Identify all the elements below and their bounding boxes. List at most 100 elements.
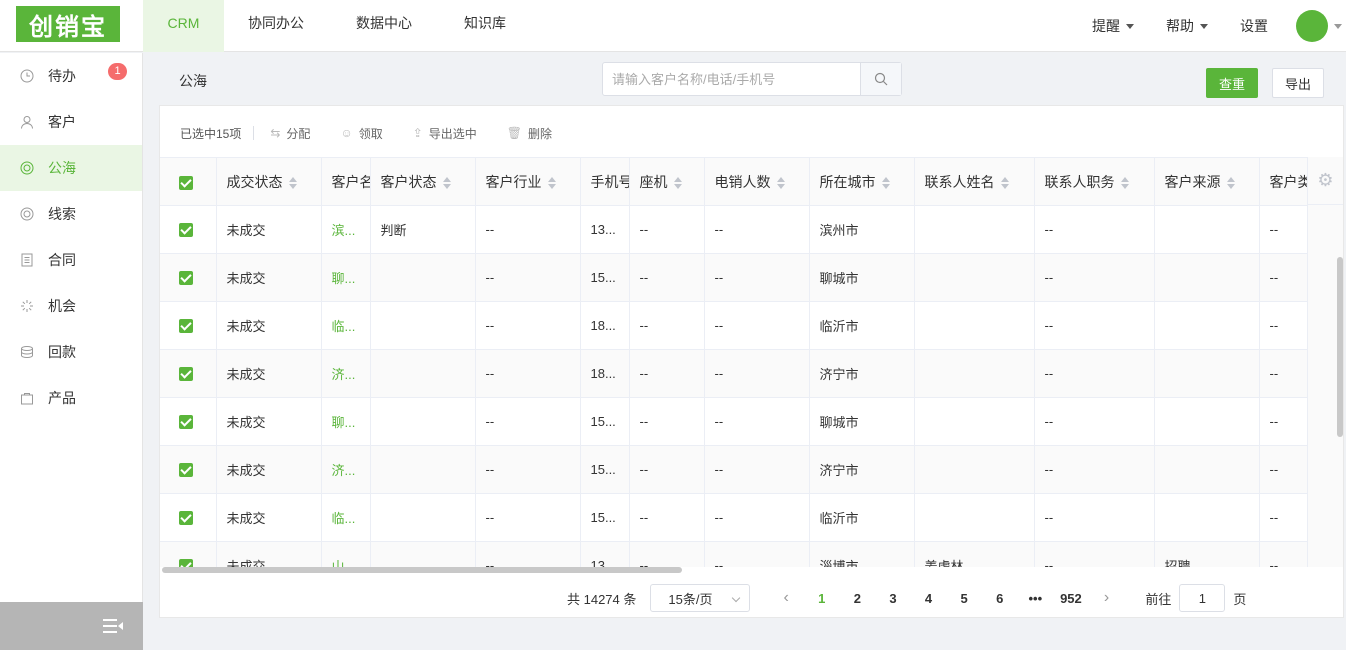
cell-name[interactable]: 临... — [321, 301, 371, 350]
table-row[interactable]: 未成交 山... -- 13... -- -- 淄博市 姜虎林 -- 招聘 -- — [160, 541, 1343, 567]
tab-knowledge-base[interactable]: 知识库 — [438, 0, 532, 52]
goto-page-input[interactable] — [1179, 584, 1226, 612]
cell-contact — [914, 253, 1035, 302]
col-source[interactable]: 客户来源 — [1154, 157, 1260, 206]
col-mobile[interactable]: 手机号 — [580, 157, 630, 206]
sidebar-item-label: 待办 — [48, 68, 76, 84]
page-number[interactable]: 4 — [911, 591, 947, 606]
page-number[interactable]: 1 — [804, 591, 840, 606]
sidebar-item-products[interactable]: 产品 — [0, 375, 142, 421]
prev-page-button[interactable]: ‹ — [768, 589, 804, 607]
col-industry[interactable]: 客户行业 — [475, 157, 581, 206]
col-city[interactable]: 所在城市 — [809, 157, 915, 206]
sidebar-collapse-button[interactable] — [0, 602, 143, 650]
page-size-select[interactable]: 15条/页 — [650, 584, 751, 612]
cell-name[interactable]: 济... — [321, 445, 371, 494]
col-landline[interactable]: 座机 — [629, 157, 705, 206]
tab-crm[interactable]: CRM — [143, 0, 224, 52]
sort-icon[interactable] — [288, 176, 297, 190]
cell-name[interactable]: 济... — [321, 349, 371, 398]
page-number[interactable]: 5 — [946, 591, 982, 606]
sidebar-item-payments[interactable]: 回款 — [0, 329, 142, 375]
sort-icon[interactable] — [776, 176, 785, 190]
sort-icon[interactable] — [881, 176, 890, 190]
select-all-checkbox[interactable] — [160, 157, 217, 206]
table-row[interactable]: 未成交 济... -- 18... -- -- 济宁市 -- -- — [160, 349, 1343, 398]
horizontal-scrollbar[interactable] — [162, 567, 682, 573]
assign-button[interactable]: ⇆ 分配 — [270, 125, 310, 142]
tab-collaboration[interactable]: 协同办公 — [224, 0, 330, 52]
cell-phone: 18... — [580, 349, 630, 398]
row-checkbox[interactable] — [160, 445, 217, 494]
table-row[interactable]: 未成交 临... -- 18... -- -- 临沂市 -- -- — [160, 301, 1343, 350]
delete-button[interactable]: 🗑 删除 — [507, 125, 552, 142]
header-label: 手机号 — [590, 173, 629, 190]
row-checkbox[interactable] — [160, 493, 217, 542]
next-page-button[interactable]: › — [1089, 589, 1125, 607]
row-checkbox[interactable] — [160, 349, 217, 398]
sort-icon[interactable] — [1120, 176, 1129, 190]
target-icon — [20, 207, 34, 221]
search-input[interactable] — [603, 63, 861, 95]
tab-data-center[interactable]: 数据中心 — [330, 0, 438, 52]
sort-icon[interactable] — [1000, 176, 1009, 190]
sidebar-item-public-pool[interactable]: 公海 — [0, 145, 142, 191]
sort-icon[interactable] — [1226, 176, 1235, 190]
col-contact-position[interactable]: 联系人职务 — [1034, 157, 1155, 206]
header-label: 成交状态 — [226, 173, 283, 190]
more-pages-button[interactable]: ••• — [1018, 591, 1054, 606]
upload-icon: ⇪ — [412, 126, 423, 140]
cell-position: -- — [1034, 445, 1155, 494]
sort-icon[interactable] — [673, 176, 682, 190]
sidebar-item-opportunities[interactable]: 机会 — [0, 283, 142, 329]
cell-name[interactable]: 聊... — [321, 253, 371, 302]
col-deal-status[interactable]: 成交状态 — [216, 157, 322, 206]
gear-icon[interactable]: ⚙ — [1308, 157, 1343, 205]
sidebar-item-todo[interactable]: 待办 1 — [0, 53, 142, 99]
row-checkbox[interactable] — [160, 541, 217, 567]
table-row[interactable]: 未成交 聊... -- 15... -- -- 聊城市 -- -- — [160, 253, 1343, 302]
page-number[interactable]: 3 — [875, 591, 911, 606]
row-checkbox[interactable] — [160, 397, 217, 446]
help-menu[interactable]: 帮助 — [1166, 16, 1208, 36]
export-selected-button[interactable]: ⇪ 导出选中 — [413, 125, 477, 142]
table-row[interactable]: 未成交 临... -- 15... -- -- 临沂市 -- -- — [160, 493, 1343, 542]
table-row[interactable]: 未成交 聊... -- 15... -- -- 聊城市 -- -- — [160, 397, 1343, 446]
cell-name[interactable]: 临... — [321, 493, 371, 542]
cell-name[interactable]: 山... — [321, 541, 371, 567]
sidebar-item-leads[interactable]: 线索 — [0, 191, 142, 237]
claim-label: 领取 — [358, 126, 383, 141]
cell-industry: -- — [475, 541, 581, 567]
col-sales-count[interactable]: 电销人数 — [704, 157, 810, 206]
checkbox-checked-icon — [179, 559, 193, 567]
settings-link[interactable]: 设置 — [1240, 16, 1268, 36]
header-label: 电销人数 — [714, 173, 771, 190]
row-checkbox[interactable] — [160, 301, 217, 350]
cell-name[interactable]: 滨... — [321, 205, 371, 254]
col-customer-status[interactable]: 客户状态 — [370, 157, 476, 206]
table-row[interactable]: 未成交 济... -- 15... -- -- 济宁市 -- -- — [160, 445, 1343, 494]
brand-logo[interactable]: 创销宝 — [16, 6, 120, 42]
table-row[interactable]: 未成交 滨... 判断 -- 13... -- -- 滨州市 -- -- — [160, 205, 1343, 254]
sort-icon[interactable] — [547, 176, 556, 190]
cell-landline: -- — [629, 349, 705, 398]
page-number[interactable]: 952 — [1053, 591, 1089, 606]
sidebar-item-contracts[interactable]: 合同 — [0, 237, 142, 283]
page-number[interactable]: 2 — [840, 591, 876, 606]
search-button[interactable] — [860, 63, 901, 95]
cell-source — [1154, 301, 1260, 350]
sidebar-item-customers[interactable]: 客户 — [0, 99, 142, 145]
col-contact-name[interactable]: 联系人姓名 — [914, 157, 1035, 206]
sort-icon[interactable] — [442, 176, 451, 190]
export-button[interactable]: 导出 — [1272, 68, 1324, 98]
col-customer-name[interactable]: 客户名 — [321, 157, 371, 206]
duplicate-check-button[interactable]: 查重 — [1206, 68, 1258, 98]
row-checkbox[interactable] — [160, 253, 217, 302]
row-checkbox[interactable] — [160, 205, 217, 254]
user-menu[interactable] — [1296, 10, 1342, 42]
page-number[interactable]: 6 — [982, 591, 1018, 606]
claim-button[interactable]: ☺ 领取 — [340, 125, 382, 142]
vertical-scrollbar[interactable] — [1337, 257, 1343, 437]
remind-menu[interactable]: 提醒 — [1092, 16, 1134, 36]
cell-name[interactable]: 聊... — [321, 397, 371, 446]
